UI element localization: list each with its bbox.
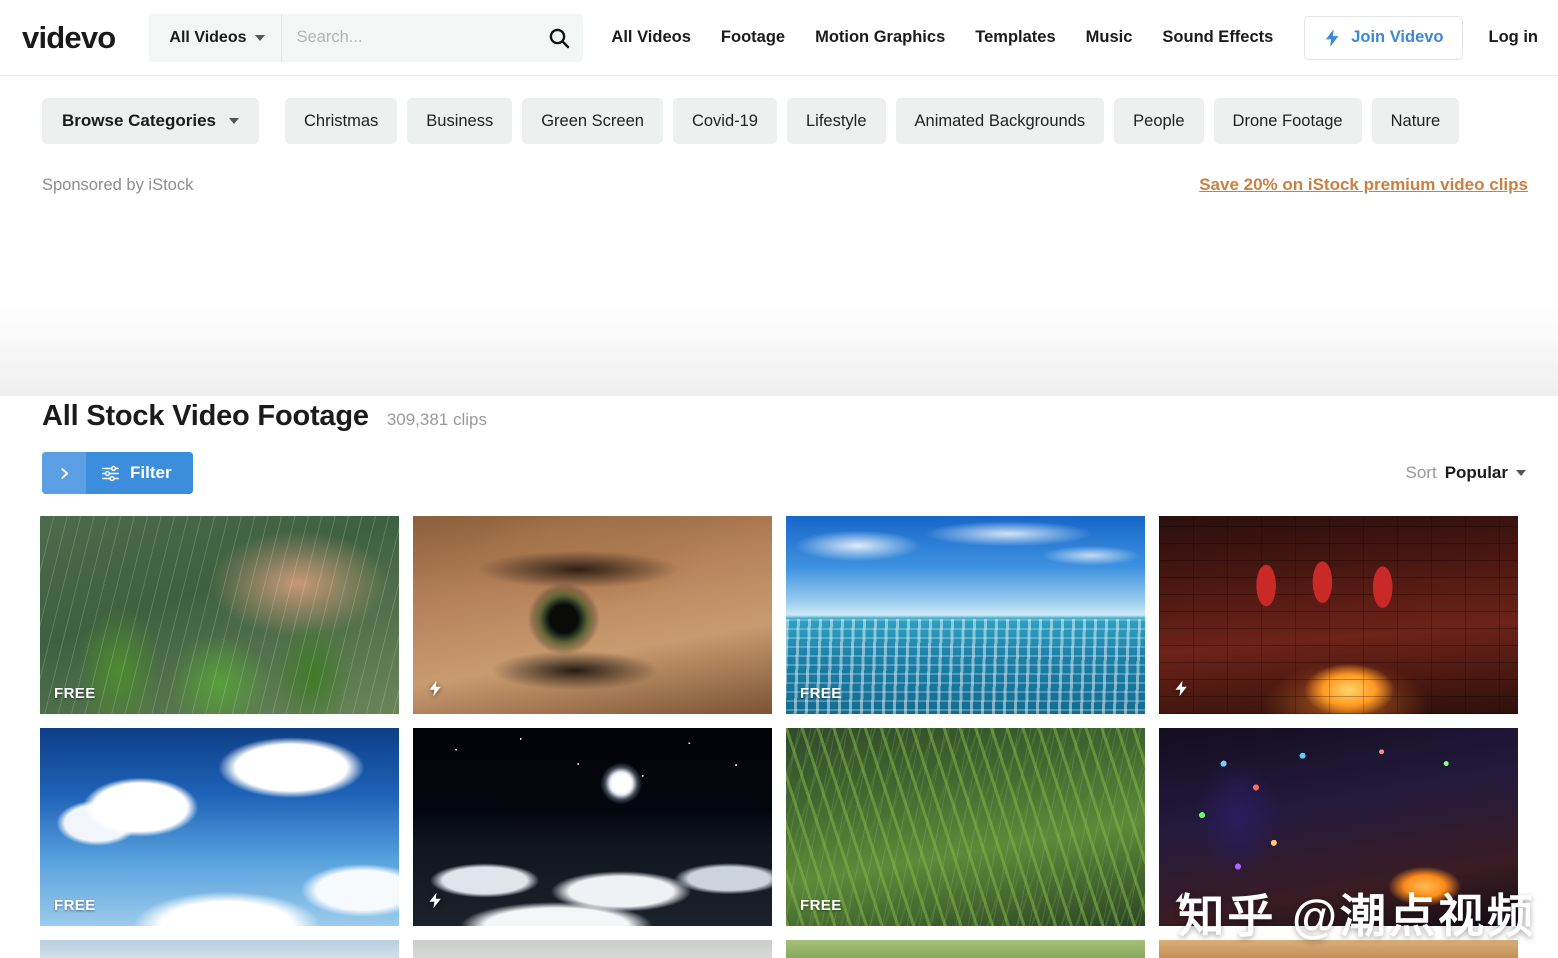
sort-label: Sort xyxy=(1405,463,1437,482)
nav-item-footage[interactable]: Footage xyxy=(721,28,785,47)
category-chip-christmas[interactable]: Christmas xyxy=(285,98,398,144)
video-thumbnail xyxy=(413,516,772,714)
category-chip-animated-backgrounds[interactable]: Animated Backgrounds xyxy=(895,98,1105,144)
ad-spacer xyxy=(0,208,1558,238)
free-badge: FREE xyxy=(54,897,96,914)
join-videvo-button[interactable]: Join Videvo xyxy=(1304,15,1463,60)
category-chip-bar: Browse Categories Christmas Business Gre… xyxy=(0,76,1558,162)
results-count: 309,381 clips xyxy=(386,410,487,429)
filter-button-body[interactable]: Filter xyxy=(86,452,193,494)
lightning-bolt-icon xyxy=(1325,28,1339,47)
video-card-full-moon-above-cloud-sea[interactable] xyxy=(413,728,772,926)
premium-badge xyxy=(1173,678,1190,704)
join-videvo-label: Join Videvo xyxy=(1351,28,1444,46)
category-chip-lifestyle[interactable]: Lifestyle xyxy=(787,98,886,144)
free-badge: FREE xyxy=(54,685,96,702)
chevron-right-icon xyxy=(60,467,68,479)
nav-item-music[interactable]: Music xyxy=(1086,28,1133,47)
filter-expand-arrow[interactable] xyxy=(42,452,86,494)
search-scope-dropdown[interactable]: All Videos xyxy=(149,13,283,62)
sliders-icon xyxy=(102,465,119,481)
sponsor-bar: Sponsored by iStock Save 20% on iStock p… xyxy=(0,162,1558,208)
nav-item-motion-graphics[interactable]: Motion Graphics xyxy=(815,28,945,47)
video-thumbnail xyxy=(1159,516,1518,714)
category-chip-business[interactable]: Business xyxy=(407,98,513,144)
category-chip-people[interactable]: People xyxy=(1114,98,1204,144)
video-card-rain-on-bamboo-grass[interactable]: FREE xyxy=(786,728,1145,926)
lightning-bolt-icon xyxy=(429,892,441,909)
video-card-christmas-stockings-over-fireplace[interactable] xyxy=(1159,516,1518,714)
nav-item-all-videos[interactable]: All Videos xyxy=(611,28,690,47)
category-chip-drone-footage[interactable]: Drone Footage xyxy=(1213,98,1362,144)
free-badge: FREE xyxy=(800,685,842,702)
sort-dropdown[interactable]: Sort Popular xyxy=(1406,463,1526,483)
video-card-christmas-tree-and-fireplace[interactable] xyxy=(1159,728,1518,926)
browse-categories-button[interactable]: Browse Categories xyxy=(42,98,259,144)
video-thumbnail xyxy=(413,728,772,926)
premium-badge xyxy=(1173,890,1190,916)
video-card-partial[interactable] xyxy=(786,940,1145,958)
lightning-bolt-icon xyxy=(429,680,441,697)
video-card-partial[interactable] xyxy=(413,940,772,958)
results-header: All Stock Video Footage 309,381 clips xyxy=(0,400,1558,433)
chevron-down-icon xyxy=(1516,470,1526,476)
category-chip-covid-19[interactable]: Covid-19 xyxy=(672,98,777,144)
filter-label: Filter xyxy=(130,463,172,482)
video-card-white-clouds-in-blue-sky[interactable]: FREE xyxy=(40,728,399,926)
login-link[interactable]: Log in xyxy=(1489,28,1538,47)
search-button[interactable] xyxy=(535,14,583,62)
filter-button[interactable]: Filter xyxy=(42,452,193,494)
video-card-partial[interactable] xyxy=(1159,940,1518,958)
category-chip-nature[interactable]: Nature xyxy=(1371,98,1460,144)
videvo-logo[interactable]: videvo xyxy=(22,20,116,56)
video-results-grid: FREE FREE FREE FREE xyxy=(0,516,1558,926)
video-thumbnail xyxy=(1159,728,1518,926)
premium-badge xyxy=(427,678,444,704)
page-title: All Stock Video Footage xyxy=(42,400,369,432)
browse-categories-label: Browse Categories xyxy=(62,111,216,130)
nav-item-templates[interactable]: Templates xyxy=(975,28,1055,47)
lightning-bolt-icon xyxy=(1175,680,1187,697)
video-card-blue-sky-over-ocean-waves[interactable]: FREE xyxy=(786,516,1145,714)
premium-badge xyxy=(427,890,444,916)
sort-value: Popular xyxy=(1444,463,1508,482)
sponsored-by-label: Sponsored by iStock xyxy=(42,175,194,194)
search-icon xyxy=(550,28,570,48)
nav-item-sound-effects[interactable]: Sound Effects xyxy=(1162,28,1273,47)
chevron-down-icon xyxy=(255,34,266,41)
category-chip-green-screen[interactable]: Green Screen xyxy=(522,98,663,144)
search-input[interactable] xyxy=(282,13,536,62)
video-results-grid-next-row xyxy=(0,940,1558,958)
site-header: videvo All Videos All Videos Footage Mot… xyxy=(0,0,1558,76)
video-card-close-up-eye-with-colorful-reflection[interactable] xyxy=(413,516,772,714)
video-card-rain-on-green-leaves[interactable]: FREE xyxy=(40,516,399,714)
sponsored-ad-panel[interactable] xyxy=(0,238,1558,396)
search-bar: All Videos xyxy=(149,13,584,62)
main-navigation: All Videos Footage Motion Graphics Templ… xyxy=(611,28,1304,47)
istock-promo-link[interactable]: Save 20% on iStock premium video clips xyxy=(1199,175,1528,195)
search-scope-label: All Videos xyxy=(169,28,247,46)
lightning-bolt-icon xyxy=(1175,892,1187,909)
chevron-down-icon xyxy=(229,118,239,124)
free-badge: FREE xyxy=(800,897,842,914)
results-toolbar: Filter Sort Popular xyxy=(0,452,1558,494)
video-card-partial[interactable] xyxy=(40,940,399,958)
